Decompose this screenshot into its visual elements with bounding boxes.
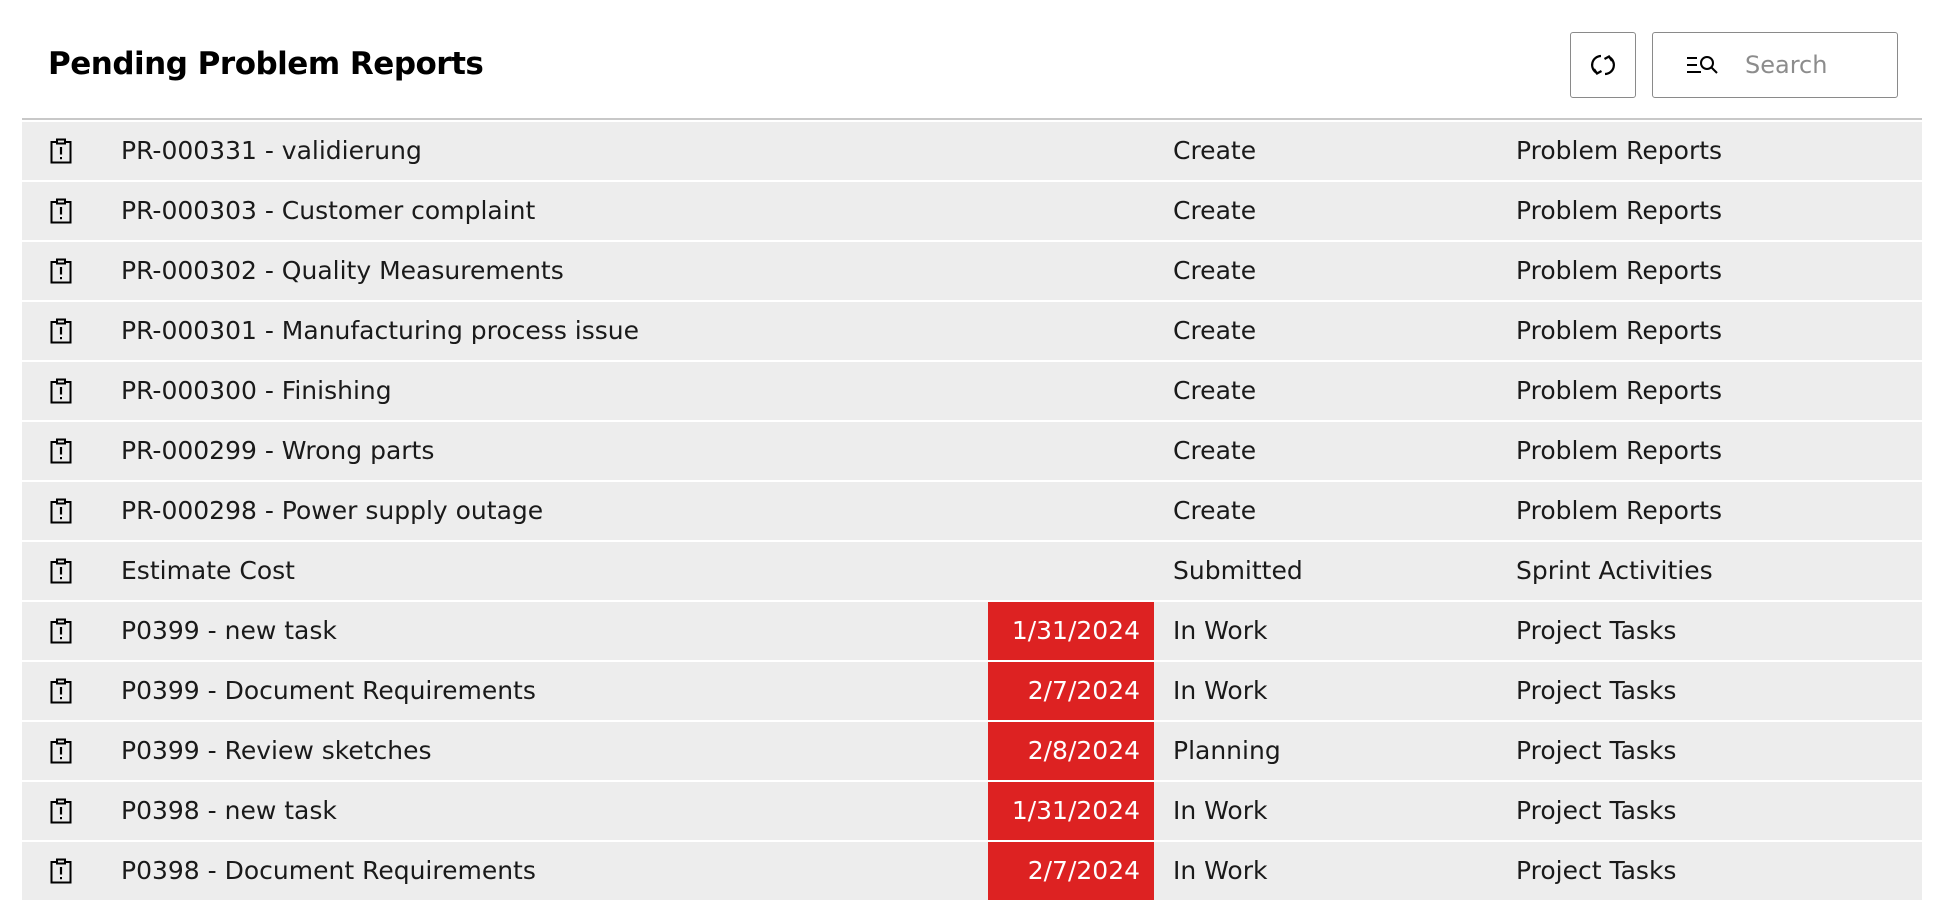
item-status: In Work	[1173, 616, 1268, 645]
item-title[interactable]: P0399 - Document Requirements	[121, 662, 536, 720]
item-status: Create	[1173, 196, 1257, 225]
due-date-badge: 1/31/2024	[988, 602, 1154, 660]
item-title[interactable]: PR-000302 - Quality Measurements	[121, 242, 564, 300]
item-status: Create	[1173, 256, 1257, 285]
clipboard-alert-icon	[50, 198, 72, 224]
list-item[interactable]: PR-000299 - Wrong parts Create Problem R…	[22, 422, 1922, 480]
due-date-badge: 2/8/2024	[988, 722, 1154, 780]
item-workspace: Project Tasks	[1516, 796, 1677, 825]
clipboard-alert-icon	[50, 138, 72, 164]
due-date-badge	[988, 122, 1154, 180]
search-box[interactable]	[1652, 32, 1898, 98]
item-workspace: Problem Reports	[1516, 256, 1723, 285]
refresh-button[interactable]	[1570, 32, 1636, 98]
item-status: Create	[1173, 316, 1257, 345]
clipboard-alert-icon	[50, 258, 72, 284]
item-workspace: Problem Reports	[1516, 376, 1723, 405]
clipboard-alert-icon	[50, 678, 72, 704]
due-date-badge	[988, 422, 1154, 480]
item-workspace: Project Tasks	[1516, 676, 1677, 705]
item-workspace: Problem Reports	[1516, 196, 1723, 225]
clipboard-alert-icon	[50, 318, 72, 344]
clipboard-alert-icon	[50, 438, 72, 464]
search-input[interactable]	[1745, 41, 1890, 89]
clipboard-alert-icon	[50, 378, 72, 404]
due-date-badge	[988, 182, 1154, 240]
due-date-badge: 2/7/2024	[988, 842, 1154, 900]
list-item[interactable]: PR-000301 - Manufacturing process issue …	[22, 302, 1922, 360]
due-date-badge: 1/31/2024	[988, 782, 1154, 840]
item-status: Create	[1173, 136, 1257, 165]
list-item[interactable]: PR-000302 - Quality Measurements Create …	[22, 242, 1922, 300]
item-workspace: Sprint Activities	[1516, 556, 1713, 585]
due-date-badge: 2/7/2024	[988, 662, 1154, 720]
item-title[interactable]: PR-000331 - validierung	[121, 122, 422, 180]
item-workspace: Project Tasks	[1516, 616, 1677, 645]
list-item[interactable]: P0398 - new task 1/31/2024 In Work Proje…	[22, 782, 1922, 840]
list-item[interactable]: PR-000300 - Finishing Create Problem Rep…	[22, 362, 1922, 420]
due-date-badge	[988, 242, 1154, 300]
item-workspace: Problem Reports	[1516, 436, 1723, 465]
clipboard-alert-icon	[50, 738, 72, 764]
due-date-badge	[988, 542, 1154, 600]
list-item[interactable]: PR-000303 - Customer complaint Create Pr…	[22, 182, 1922, 240]
list-item[interactable]: P0399 - Document Requirements 2/7/2024 I…	[22, 662, 1922, 720]
list-item[interactable]: PR-000331 - validierung Create Problem R…	[22, 122, 1922, 180]
item-status: Create	[1173, 376, 1257, 405]
item-title[interactable]: P0398 - Document Requirements	[121, 842, 536, 900]
item-title[interactable]: PR-000301 - Manufacturing process issue	[121, 302, 639, 360]
item-title[interactable]: PR-000299 - Wrong parts	[121, 422, 434, 480]
page-title: Pending Problem Reports	[48, 46, 484, 82]
list-item[interactable]: Estimate Cost Submitted Sprint Activitie…	[22, 542, 1922, 600]
due-date-badge	[988, 302, 1154, 360]
clipboard-alert-icon	[50, 498, 72, 524]
item-title[interactable]: P0399 - new task	[121, 602, 337, 660]
item-status: Create	[1173, 436, 1257, 465]
page-header: Pending Problem Reports	[22, 0, 1922, 120]
clipboard-alert-icon	[50, 858, 72, 884]
item-title[interactable]: PR-000300 - Finishing	[121, 362, 392, 420]
clipboard-alert-icon	[50, 558, 72, 584]
list-item[interactable]: P0399 - new task 1/31/2024 In Work Proje…	[22, 602, 1922, 660]
pending-reports-list: PR-000331 - validierung Create Problem R…	[22, 122, 1922, 902]
item-status: Submitted	[1173, 556, 1303, 585]
list-item[interactable]: P0399 - Review sketches 2/8/2024 Plannin…	[22, 722, 1922, 780]
due-date-badge	[988, 482, 1154, 540]
item-workspace: Problem Reports	[1516, 496, 1723, 525]
item-status: In Work	[1173, 856, 1268, 885]
item-title[interactable]: P0398 - new task	[121, 782, 337, 840]
item-title[interactable]: P0399 - Review sketches	[121, 722, 432, 780]
clipboard-alert-icon	[50, 798, 72, 824]
item-title[interactable]: Estimate Cost	[121, 542, 295, 600]
item-title[interactable]: PR-000303 - Customer complaint	[121, 182, 535, 240]
refresh-icon	[1591, 54, 1615, 76]
item-workspace: Project Tasks	[1516, 856, 1677, 885]
item-workspace: Project Tasks	[1516, 736, 1677, 765]
item-status: In Work	[1173, 676, 1268, 705]
search-filter-icon	[1687, 56, 1718, 74]
item-status: In Work	[1173, 796, 1268, 825]
list-item[interactable]: P0398 - Document Requirements 2/7/2024 I…	[22, 842, 1922, 900]
item-status: Create	[1173, 496, 1257, 525]
due-date-badge	[988, 362, 1154, 420]
item-title[interactable]: PR-000298 - Power supply outage	[121, 482, 543, 540]
clipboard-alert-icon	[50, 618, 72, 644]
item-status: Planning	[1173, 736, 1281, 765]
item-workspace: Problem Reports	[1516, 316, 1723, 345]
item-workspace: Problem Reports	[1516, 136, 1723, 165]
list-item[interactable]: PR-000298 - Power supply outage Create P…	[22, 482, 1922, 540]
